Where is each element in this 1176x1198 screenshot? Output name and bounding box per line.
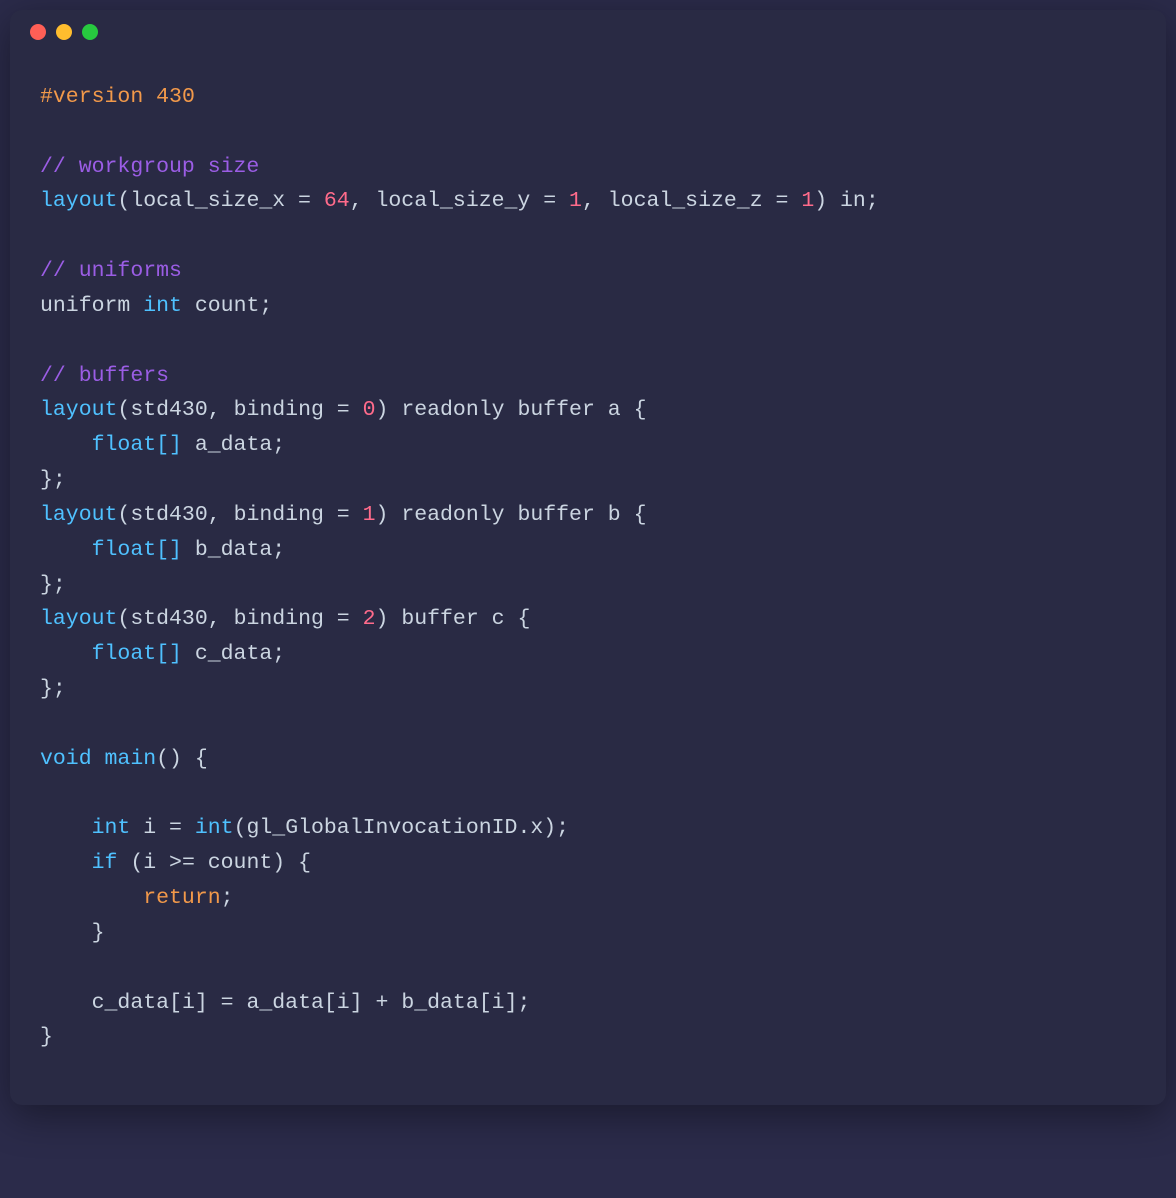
comment: // uniforms	[40, 259, 182, 283]
keyword-layout: layout	[40, 189, 117, 213]
directive-hash: #	[40, 85, 53, 109]
editor-window: #version 430 // workgroup size layout(lo…	[10, 10, 1166, 1105]
directive-value: 430	[156, 85, 195, 109]
type: int	[143, 294, 182, 318]
function-name: main	[105, 747, 157, 771]
number: 1	[569, 189, 582, 213]
keyword-return: return	[143, 886, 220, 910]
titlebar	[10, 10, 1166, 54]
number: 1	[801, 189, 814, 213]
comment: // workgroup size	[40, 155, 259, 179]
minimize-icon[interactable]	[56, 24, 72, 40]
number: 64	[324, 189, 350, 213]
comment: // buffers	[40, 364, 169, 388]
directive-keyword: version	[53, 85, 143, 109]
close-icon[interactable]	[30, 24, 46, 40]
zoom-icon[interactable]	[82, 24, 98, 40]
code-area[interactable]: #version 430 // workgroup size layout(lo…	[10, 54, 1166, 1105]
